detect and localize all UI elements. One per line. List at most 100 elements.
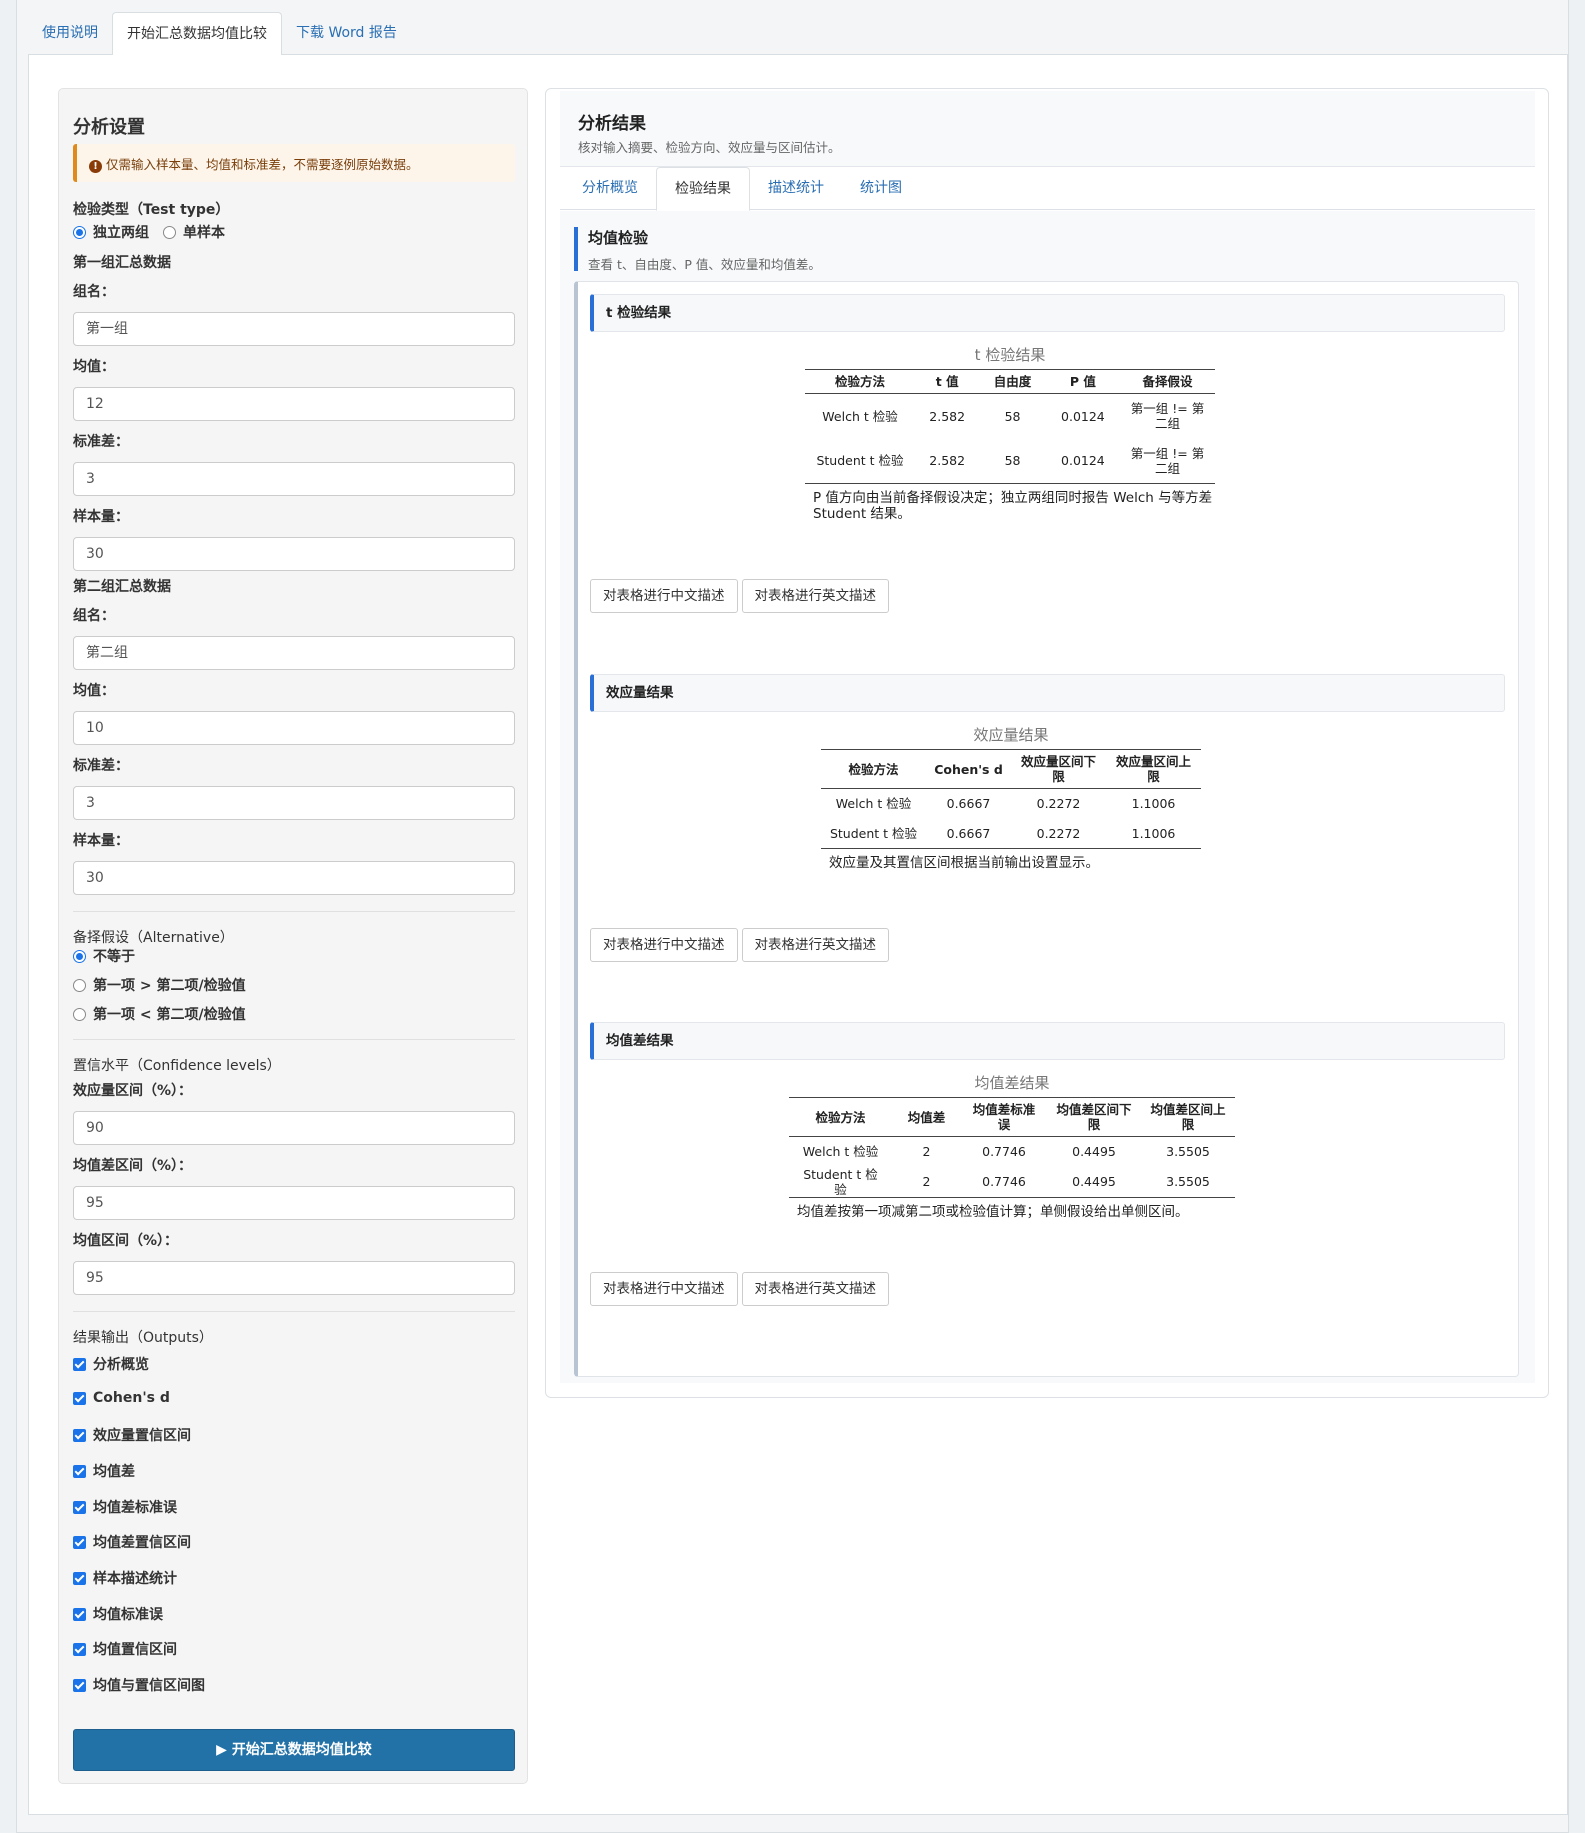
top-tab-bar: 使用说明 开始汇总数据均值比较 下载 Word 报告 (28, 12, 1568, 56)
input-warning: ! 仅需输入样本量、均值和标准差，不需要逐例原始数据。 (73, 144, 515, 182)
tab-test-results[interactable]: 检验结果 (656, 167, 750, 211)
radio-dot[interactable] (73, 978, 86, 992)
cell: Welch t 检验 (835, 796, 912, 812)
check-icon[interactable] (73, 1607, 86, 1621)
cell: Student t 检验 (803, 1166, 878, 1197)
output-checkbox[interactable]: 效应量置信区间 (73, 1425, 191, 1445)
output-checkbox[interactable]: 均值置信区间 (73, 1639, 177, 1659)
ttest-table: 检验方法 t 值 自由度 P 值 备择假设 Welch t 检验 2.582 5… (805, 369, 1215, 484)
cell: 2.582 (929, 453, 966, 469)
tab-descriptives[interactable]: 描述统计 (750, 167, 842, 210)
cell: 2 (922, 1144, 931, 1160)
col-header: 均值差 (892, 1097, 961, 1137)
output-checkbox[interactable]: 样本描述统计 (73, 1568, 177, 1588)
col-header: 均值差区间下限 (1047, 1097, 1141, 1137)
describe-cn-button[interactable]: 对表格进行中文描述 (590, 1272, 738, 1306)
col-header: 均值差区间上限 (1141, 1097, 1235, 1137)
cell: 0.4495 (1072, 1174, 1116, 1189)
group1-sd-input[interactable]: 3 (73, 462, 515, 496)
mean-test-section-header: 均值检验 查看 t、自由度、P 值、效应量和均值差。 (574, 227, 1534, 272)
mean-ci-input[interactable]: 95 (73, 1261, 515, 1295)
radio-one-sample[interactable]: 单样本 (163, 222, 225, 242)
outputs-label: 结果输出（Outputs） (73, 1330, 213, 1346)
col-header: 备择假设 (1120, 369, 1215, 394)
describe-en-button[interactable]: 对表格进行英文描述 (741, 579, 889, 613)
ttest-buttons: 对表格进行中文描述 对表格进行英文描述 (590, 579, 889, 613)
tab-instructions[interactable]: 使用说明 (28, 12, 112, 55)
tab-download-word[interactable]: 下载 Word 报告 (282, 12, 411, 55)
check-icon[interactable] (73, 1678, 86, 1692)
radio-not-equal[interactable]: 不等于 (73, 946, 135, 966)
radio-less[interactable]: 第一项 < 第二项/检验值 (73, 1004, 246, 1024)
checkbox-label: 分析概览 (93, 1357, 149, 1373)
describe-cn-button[interactable]: 对表格进行中文描述 (590, 928, 738, 962)
cell: 0.2272 (1036, 796, 1081, 812)
ttest-heading: t 检验结果 (590, 294, 1505, 332)
exclamation-icon: ! (89, 160, 102, 173)
describe-en-button[interactable]: 对表格进行英文描述 (741, 1272, 889, 1306)
radio-label: 独立两组 (93, 225, 149, 241)
cell: 第一组 != 第二组 (1130, 401, 1205, 432)
md-ci-input[interactable]: 95 (73, 1186, 515, 1220)
ttest-caption: t 检验结果 (974, 346, 1046, 364)
tab-plots[interactable]: 统计图 (842, 167, 920, 210)
tab-start-comparison[interactable]: 开始汇总数据均值比较 (112, 12, 282, 56)
output-checkbox[interactable]: 均值差标准误 (73, 1497, 177, 1517)
effect-heading: 效应量结果 (590, 674, 1505, 712)
radio-greater[interactable]: 第一项 > 第二项/检验值 (73, 975, 246, 995)
results-card: t 检验结果 t 检验结果 检验方法 t 值 自由度 P 值 备择假设 Welc… (574, 281, 1519, 1377)
describe-en-button[interactable]: 对表格进行英文描述 (741, 928, 889, 962)
cell: 0.6667 (946, 796, 991, 812)
check-icon[interactable] (73, 1357, 86, 1371)
describe-cn-button[interactable]: 对表格进行中文描述 (590, 579, 738, 613)
table-row: Welch t 检验 2 0.7746 0.4495 3.5505 (789, 1137, 1235, 1167)
group1-mean-input[interactable]: 12 (73, 387, 515, 421)
checkbox-label: 均值置信区间 (93, 1642, 177, 1658)
group1-n-input[interactable]: 30 (73, 537, 515, 571)
check-icon[interactable] (73, 1571, 86, 1585)
meandiff-note: 均值差按第一项减第二项或检验值计算；单侧假设给出单侧区间。 (797, 1203, 1189, 1220)
cell: 3.5505 (1166, 1144, 1210, 1160)
group1-name-input[interactable]: 第一组 (73, 312, 515, 346)
check-icon[interactable] (73, 1391, 86, 1405)
check-icon[interactable] (73, 1428, 86, 1442)
group2-mean-label: 均值： (73, 683, 115, 699)
effect-note: 效应量及其置信区间根据当前输出设置显示。 (829, 855, 1099, 871)
group2-n-input[interactable]: 30 (73, 861, 515, 895)
group2-sd-input[interactable]: 3 (73, 786, 515, 820)
col-header: 检验方法 (805, 369, 915, 394)
group2-name-input[interactable]: 第二组 (73, 636, 515, 670)
cell: 58 (1004, 408, 1021, 424)
radio-dot[interactable] (73, 949, 86, 963)
warning-text: 仅需输入样本量、均值和标准差，不需要逐例原始数据。 (106, 157, 419, 172)
ttest-table-wrap: t 检验结果 检验方法 t 值 自由度 P 值 备择假设 Welch t 检验 … (805, 344, 1215, 522)
es-ci-input[interactable]: 90 (73, 1111, 515, 1145)
col-header: 检验方法 (789, 1097, 892, 1137)
check-icon[interactable] (73, 1464, 86, 1478)
output-checkbox[interactable]: 均值差 (73, 1461, 135, 1481)
run-comparison-button[interactable]: ▶ 开始汇总数据均值比较 (73, 1729, 515, 1771)
output-checkbox[interactable]: 分析概览 (73, 1354, 149, 1374)
output-checkbox[interactable]: 均值与置信区间图 (73, 1675, 205, 1695)
radio-independent[interactable]: 独立两组 (73, 222, 149, 242)
check-icon[interactable] (73, 1642, 86, 1656)
radio-dot[interactable] (163, 225, 176, 239)
output-checkbox[interactable]: 均值差置信区间 (73, 1532, 191, 1552)
radio-dot[interactable] (73, 225, 86, 239)
tab-overview[interactable]: 分析概览 (564, 167, 656, 210)
results-title: 分析结果 (578, 114, 646, 134)
check-icon[interactable] (73, 1535, 86, 1549)
group2-mean-input[interactable]: 10 (73, 711, 515, 745)
check-icon[interactable] (73, 1500, 86, 1514)
output-checkbox[interactable]: Cohen's d (73, 1390, 170, 1406)
output-checkbox[interactable]: 均值标准误 (73, 1604, 163, 1624)
divider (73, 1311, 515, 1312)
cell: 1.1006 (1131, 796, 1176, 812)
radio-dot[interactable] (73, 1007, 86, 1021)
cell: Student t 检验 (816, 453, 904, 469)
effect-caption: 效应量结果 (973, 726, 1049, 744)
radio-label: 单样本 (183, 225, 225, 241)
cell: 0.0124 (1061, 408, 1105, 424)
table-row: Student t 检验 0.6667 0.2272 1.1006 (821, 819, 1201, 849)
radio-label: 第一项 > 第二项/检验值 (93, 978, 246, 994)
